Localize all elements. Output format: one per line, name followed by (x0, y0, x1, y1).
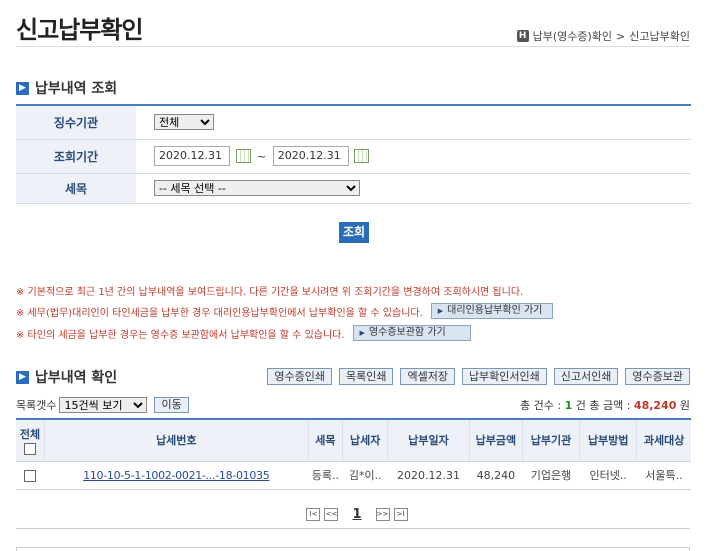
total-amount: 48,240 (633, 399, 677, 412)
total-count: 1 (564, 399, 573, 412)
save-receipt-button[interactable]: 영수증보관 (625, 368, 690, 385)
triangle-icon: ▶ (437, 307, 444, 315)
payno-link[interactable]: 110-10-5-1-1002-0021-...-18-01035 (83, 469, 270, 482)
search-button[interactable]: 조회 (339, 222, 369, 243)
bottom-panel (16, 547, 690, 551)
receipt-box-label: 영수증보관함 가기 (368, 327, 446, 338)
cell-date: 2020.12.31 (387, 461, 470, 490)
tax-select[interactable]: -- 세목 선택 -- (154, 180, 360, 196)
breadcrumb-item-current: 신고납부확인 (629, 30, 690, 43)
prev-page-button[interactable]: << (324, 508, 339, 521)
cell-agency: 기업은행 (522, 461, 580, 490)
agency-select[interactable]: 전체 (154, 114, 214, 131)
total-summary: 총 건수 : 1 건 총 금액 : 48,240 원 (520, 397, 690, 413)
table-row: 110-10-5-1-1002-0021-...-18-01035 등록.. 김… (16, 461, 691, 490)
breadcrumb-separator: > (616, 29, 626, 43)
agency-label: 징수기관 (16, 105, 136, 140)
next-page-button[interactable]: >> (375, 508, 390, 521)
move-button[interactable]: 이동 (154, 397, 189, 413)
date-to-input[interactable]: 2020.12.31 (272, 146, 349, 166)
search-section-title: ▶ 납부내역 조회 (16, 78, 117, 98)
breadcrumb: H 납부(영수증)확인 > 신고납부확인 (516, 28, 690, 44)
receipt-box-button[interactable]: ▶ 영수증보관함 가기 (352, 325, 471, 341)
notice-1: ※ 기본적으로 최근 1년 간의 납부내역을 보여드립니다. 다른 기간을 보시… (16, 283, 523, 298)
section-arrow-icon: ▶ (16, 81, 29, 95)
breadcrumb-item-receipt[interactable]: 납부(영수증)확인 (533, 28, 612, 44)
col-select-all: 전체 (16, 419, 46, 462)
page-title: 신고납부확인 (16, 16, 143, 44)
col-amount: 납부금액 (469, 419, 523, 462)
col-payno: 납세번호 (44, 419, 309, 462)
tax-label: 세목 (16, 173, 136, 204)
notice-3-text: ※ 타인의 세금을 납부한 경우는 영수증 보관함에서 납부확인을 할 수 있습… (16, 329, 345, 341)
col-tax: 세목 (308, 419, 344, 462)
cell-target: 서울특.. (636, 461, 691, 490)
agent-confirm-label: 대리인용납부확인 가기 (447, 305, 543, 316)
row-checkbox-cell (16, 461, 45, 490)
select-all-checkbox[interactable] (24, 442, 37, 455)
notice-2-text: ※ 세무(법무)대리인이 타인세금을 납부한 경우 대리인용납부확인에서 납부확… (16, 307, 423, 319)
search-section-label: 납부내역 조회 (35, 81, 118, 97)
cell-payno: 110-10-5-1-1002-0021-...-18-01035 (44, 461, 309, 490)
notice-1-text: ※ 기본적으로 최근 1년 간의 납부내역을 보여드립니다. 다른 기간을 보시… (16, 287, 524, 298)
section-arrow-icon: ▶ (16, 370, 29, 384)
excel-save-button[interactable]: 엑셀저장 (400, 368, 455, 385)
title-divider (16, 46, 690, 47)
last-page-button[interactable]: >I (393, 508, 408, 521)
current-page[interactable]: 1 (352, 507, 361, 522)
total-mid: 건 총 금액 : (575, 399, 631, 412)
bottom-divider (16, 528, 690, 529)
print-receipt-button[interactable]: 영수증인쇄 (267, 368, 332, 385)
col-target: 과세대상 (636, 419, 691, 462)
table-header-row: 전체 납세번호 세목 납세자 납부일자 납부금액 납부기관 납부방법 과세대상 (16, 419, 691, 462)
search-form: 징수기관 전체 조회기간 2020.12.31 ~ 2020.12.31 세목 … (16, 104, 691, 204)
action-buttons: 영수증인쇄 목록인쇄 엑셀저장 납부확인서인쇄 신고서인쇄 영수증보관 (267, 368, 690, 385)
cell-amount: 48,240 (469, 461, 523, 490)
row-checkbox[interactable] (24, 469, 37, 482)
calendar-icon[interactable] (235, 149, 251, 163)
print-return-button[interactable]: 신고서인쇄 (553, 368, 619, 385)
calendar-icon[interactable] (354, 149, 370, 163)
results-section-title: ▶ 납부내역 확인 (16, 367, 117, 387)
list-count-label: 목록갯수 (16, 399, 57, 412)
home-icon[interactable]: H (516, 30, 529, 42)
print-confirmation-button[interactable]: 납부확인서인쇄 (461, 368, 547, 385)
payment-table: 전체 납세번호 세목 납세자 납부일자 납부금액 납부기관 납부방법 과세대상 … (16, 418, 691, 490)
first-page-button[interactable]: I< (306, 508, 321, 521)
period-label: 조회기간 (16, 139, 136, 174)
total-suffix: 원 (679, 399, 690, 412)
col-payer: 납세자 (342, 419, 389, 462)
notice-3: ※ 타인의 세금을 납부한 경우는 영수증 보관함에서 납부확인을 할 수 있습… (16, 325, 471, 341)
period-tilde: ~ (257, 149, 267, 163)
list-count-select[interactable]: 15건씩 보기 (59, 397, 148, 413)
cell-method: 인터넷.. (579, 461, 637, 490)
total-prefix: 총 건수 : (520, 399, 562, 412)
results-section-label: 납부내역 확인 (35, 370, 118, 386)
col-method: 납부방법 (579, 419, 638, 462)
cell-tax: 등록.. (308, 461, 343, 490)
col-date: 납부일자 (387, 419, 470, 462)
agent-confirm-button[interactable]: ▶ 대리인용납부확인 가기 (430, 303, 554, 319)
col-agency: 납부기관 (522, 419, 581, 462)
notice-2: ※ 세무(법무)대리인이 타인세금을 납부한 경우 대리인용납부확인에서 납부확… (16, 303, 554, 319)
print-list-button[interactable]: 목록인쇄 (338, 368, 394, 385)
list-toolbar: 목록갯수 15건씩 보기 이동 총 건수 : 1 건 총 금액 : 48,240… (16, 397, 690, 413)
pagination: I< << 1 >> >I (0, 507, 714, 522)
triangle-icon: ▶ (359, 329, 365, 337)
cell-payer: 김*이.. (342, 461, 388, 490)
date-from-input[interactable]: 2020.12.31 (154, 146, 230, 166)
select-all-label: 전체 (19, 427, 41, 441)
